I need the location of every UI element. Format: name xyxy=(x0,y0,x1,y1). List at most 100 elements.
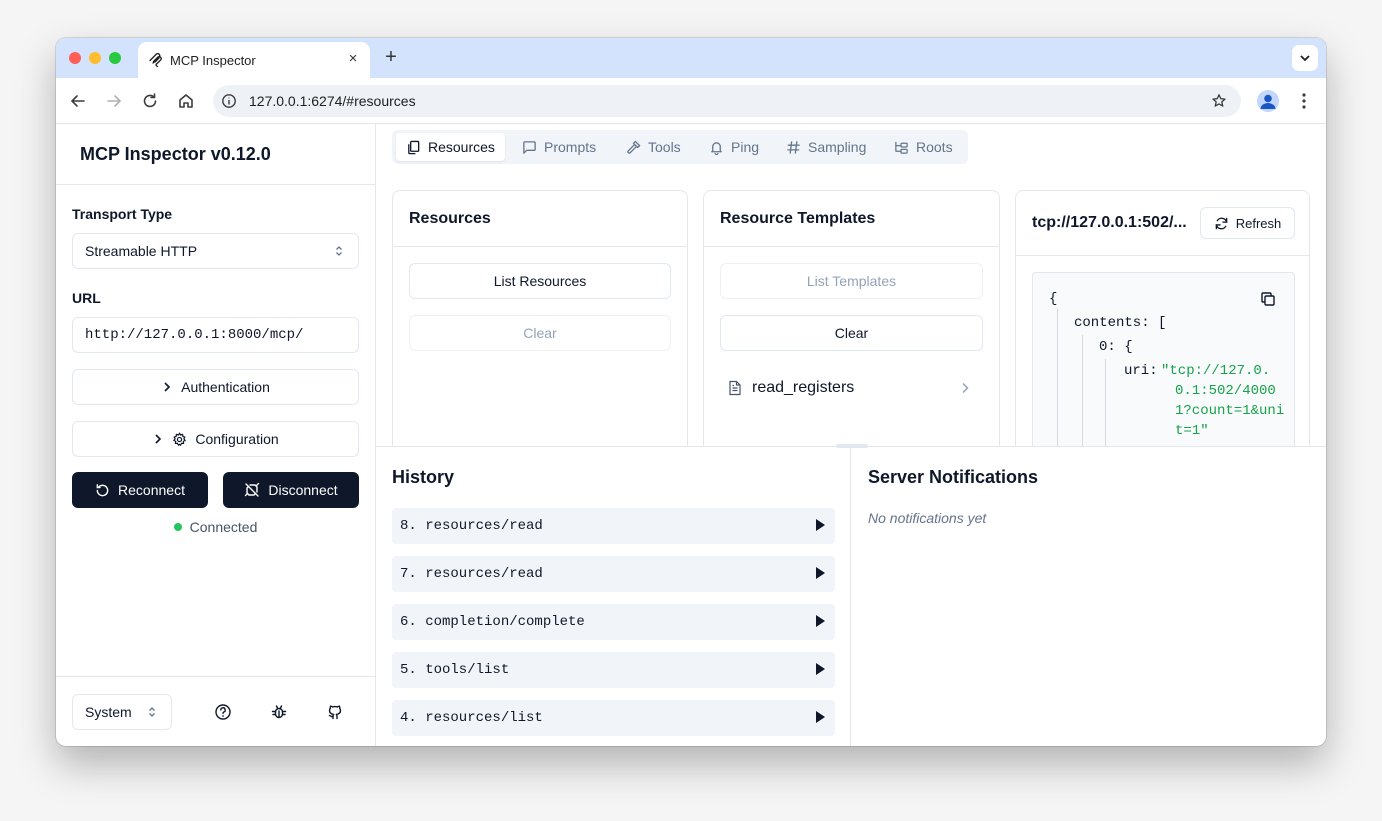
bookmark-star-icon[interactable] xyxy=(1211,93,1227,109)
maximize-window-button[interactable] xyxy=(109,52,121,64)
inspector-app: MCP Inspector v0.12.0 Transport Type Str… xyxy=(56,124,1326,746)
history-item-label: 5. tools/list xyxy=(400,662,510,678)
tab-label: Ping xyxy=(731,139,760,155)
close-tab-icon[interactable]: × xyxy=(344,50,362,68)
chevron-down-icon xyxy=(1300,55,1310,62)
server-notifications-title: Server Notifications xyxy=(868,467,1039,487)
tab-resources[interactable]: Resources xyxy=(396,133,505,161)
card-divider xyxy=(1016,255,1309,256)
expand-triangle-icon xyxy=(816,567,825,579)
tab-tools[interactable]: Tools xyxy=(616,133,691,161)
github-icon[interactable] xyxy=(326,703,344,721)
template-item-read-registers[interactable]: read_registers xyxy=(728,377,976,399)
folder-tree-icon xyxy=(895,141,908,154)
hammer-icon xyxy=(627,140,641,154)
browser-tab-title: MCP Inspector xyxy=(170,53,256,68)
browser-menu-icon[interactable] xyxy=(1294,91,1314,111)
history-item[interactable]: 5. tools/list xyxy=(392,652,835,688)
url-input[interactable]: http://127.0.0.1:8000/mcp/ xyxy=(72,317,359,353)
expand-triangle-icon xyxy=(816,711,825,723)
history-item[interactable]: 4. resources/list xyxy=(392,700,835,736)
forward-icon[interactable] xyxy=(104,91,124,111)
authentication-toggle[interactable]: Authentication xyxy=(72,369,359,405)
connection-status: Connected xyxy=(56,519,375,535)
server-notifications-panel: Server Notifications No notifications ye… xyxy=(852,447,1326,746)
chevron-right-icon xyxy=(155,434,162,444)
chevron-right-icon xyxy=(962,382,969,394)
reconnect-button[interactable]: Reconnect xyxy=(72,472,208,508)
tab-list: Resources Prompts Tools Ping Sampling Ro… xyxy=(392,130,968,164)
status-text: Connected xyxy=(189,519,258,535)
json-uri-value-line: 0.1:502/4000 xyxy=(1175,383,1276,399)
json-uri-value-line: "tcp://127.0. xyxy=(1161,363,1271,379)
json-key: contents: xyxy=(1074,315,1150,331)
rotate-ccw-icon xyxy=(96,483,109,496)
resources-title: Resources xyxy=(409,210,491,227)
profile-avatar-icon[interactable] xyxy=(1257,90,1279,112)
list-resources-button[interactable]: List Resources xyxy=(409,263,671,299)
browser-toolbar: 127.0.0.1:6274/#resources xyxy=(56,78,1326,124)
json-open-brace: { xyxy=(1049,291,1058,307)
browser-tabstrip: MCP Inspector × + xyxy=(56,38,1326,78)
theme-select[interactable]: System xyxy=(72,694,172,730)
url-input-value: http://127.0.0.1:8000/mcp/ xyxy=(85,327,304,343)
status-dot-icon xyxy=(173,523,182,531)
json-indent-guide xyxy=(1057,309,1058,446)
minimize-window-button[interactable] xyxy=(89,52,101,64)
json-index-line: 0: { xyxy=(1099,339,1133,355)
history-item[interactable]: 7. resources/read xyxy=(392,556,835,592)
template-item-label: read_registers xyxy=(752,379,855,396)
sidebar: MCP Inspector v0.12.0 Transport Type Str… xyxy=(56,124,376,746)
clear-resources-button[interactable]: Clear xyxy=(409,315,671,351)
tab-label: Resources xyxy=(428,139,495,155)
home-icon[interactable] xyxy=(176,91,196,111)
json-uri-value-line: t=1" xyxy=(1175,423,1209,439)
configuration-toggle[interactable]: Configuration xyxy=(72,421,359,457)
browser-tab[interactable]: MCP Inspector × xyxy=(138,42,370,78)
reconnect-label: Reconnect xyxy=(118,482,185,498)
history-item-label: 8. resources/read xyxy=(400,518,543,534)
url-label: URL xyxy=(72,290,101,306)
authentication-label: Authentication xyxy=(181,379,270,395)
history-item-label: 7. resources/read xyxy=(400,566,543,582)
tab-sampling[interactable]: Sampling xyxy=(776,133,876,161)
tab-label: Roots xyxy=(916,139,953,155)
resource-detail-title: tcp://127.0.0.1:502/... xyxy=(1032,214,1187,231)
gear-icon xyxy=(173,431,187,446)
json-uri-key: uri: xyxy=(1124,363,1158,379)
no-notifications-text: No notifications yet xyxy=(868,510,987,526)
refresh-button[interactable]: Refresh xyxy=(1200,207,1295,239)
new-tab-button[interactable]: + xyxy=(380,47,402,69)
help-circle-icon[interactable] xyxy=(214,703,232,721)
tab-ping[interactable]: Ping xyxy=(699,133,769,161)
theme-select-value: System xyxy=(85,704,132,720)
expand-triangle-icon xyxy=(816,519,825,531)
sidebar-divider xyxy=(56,184,375,185)
history-item[interactable]: 8. resources/read xyxy=(392,508,835,544)
tab-roots[interactable]: Roots xyxy=(884,133,963,161)
tab-label: Sampling xyxy=(808,139,867,155)
close-window-button[interactable] xyxy=(69,52,81,64)
tab-prompts[interactable]: Prompts xyxy=(512,133,606,161)
site-info-icon[interactable] xyxy=(221,93,237,109)
address-url: 127.0.0.1:6274/#resources xyxy=(249,93,416,109)
history-item[interactable]: 6. completion/complete xyxy=(392,604,835,640)
expand-triangle-icon xyxy=(816,615,825,627)
reload-icon[interactable] xyxy=(140,91,160,111)
configuration-label: Configuration xyxy=(195,431,279,447)
chevron-up-down-icon xyxy=(336,246,342,256)
transport-type-select[interactable]: Streamable HTTP xyxy=(72,233,359,269)
file-text-icon xyxy=(729,380,741,396)
history-title: History xyxy=(392,467,455,487)
mcp-logo-icon xyxy=(149,52,162,68)
bug-icon[interactable] xyxy=(270,703,288,721)
resource-templates-title: Resource Templates xyxy=(720,210,876,227)
copy-icon[interactable] xyxy=(1260,291,1276,307)
json-bracket: [ xyxy=(1158,315,1167,331)
back-icon[interactable] xyxy=(68,91,88,111)
tab-search-button[interactable] xyxy=(1292,45,1318,71)
clear-templates-button[interactable]: Clear xyxy=(720,315,983,351)
list-templates-button[interactable]: List Templates xyxy=(720,263,983,299)
address-bar[interactable]: 127.0.0.1:6274/#resources xyxy=(213,85,1241,117)
disconnect-button[interactable]: Disconnect xyxy=(223,472,359,508)
